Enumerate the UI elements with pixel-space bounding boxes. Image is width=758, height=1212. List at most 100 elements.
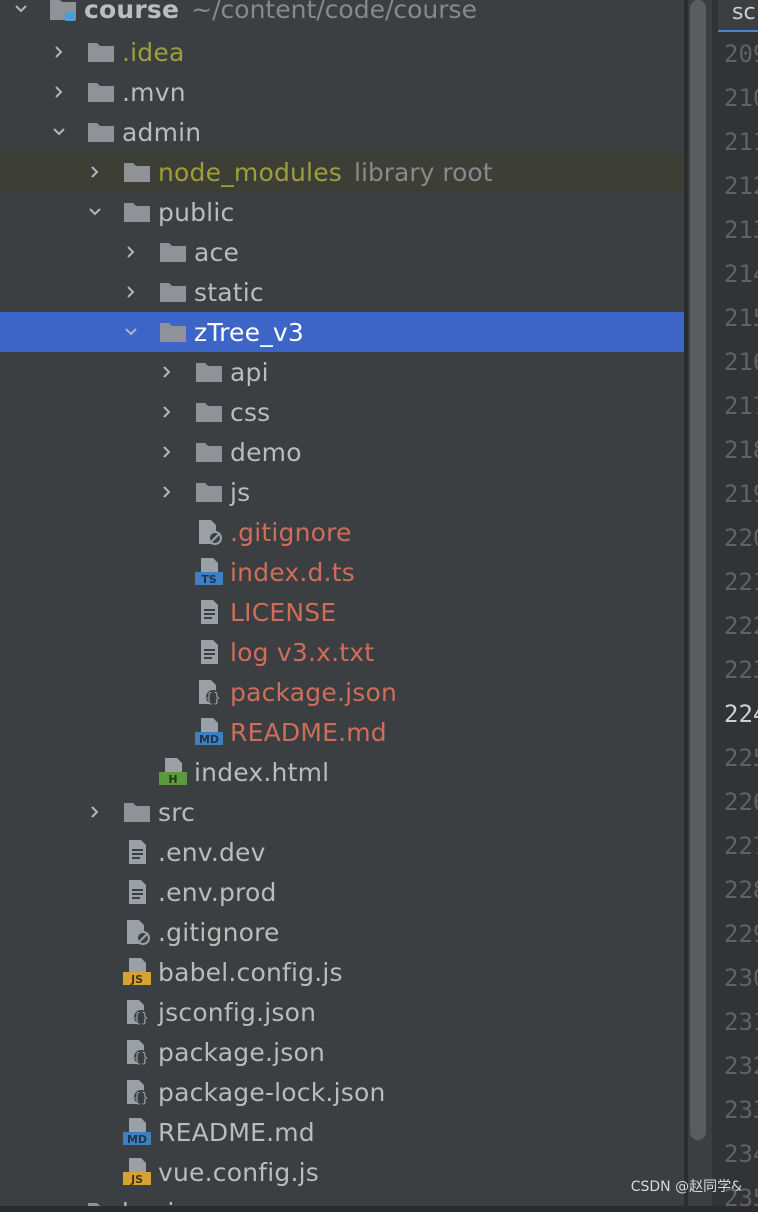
tree-item-label: .mvn <box>122 77 186 107</box>
module-folder-icon <box>48 0 80 23</box>
tree-row-readme-md[interactable]: MD README.md <box>0 1112 684 1152</box>
tree-row-gitignore[interactable]: .gitignore <box>0 912 684 952</box>
svg-text:MD: MD <box>127 1133 147 1146</box>
tree-row-gitignore[interactable]: .gitignore <box>0 512 684 552</box>
tree-scrollbar-thumb[interactable] <box>690 0 706 1140</box>
chevron-right-icon[interactable] <box>158 403 176 421</box>
folder-icon <box>122 198 154 226</box>
line-number: 219 <box>724 480 758 508</box>
folder-icon <box>158 238 190 266</box>
tree-item-label: js <box>230 477 251 507</box>
tree-item-label: .env.dev <box>158 837 266 867</box>
editor-tab[interactable]: sc <box>718 0 758 32</box>
chevron-right-icon[interactable] <box>122 283 140 301</box>
tree-item-label: index.d.ts <box>230 557 355 587</box>
line-number: 222 <box>724 612 758 640</box>
tree-row-demo[interactable]: demo <box>0 432 684 472</box>
tree-row-css[interactable]: css <box>0 392 684 432</box>
tree-row-js[interactable]: js <box>0 472 684 512</box>
tree-row-index-html[interactable]: Hindex.html <box>0 752 684 792</box>
chevron-down-icon[interactable] <box>50 123 68 141</box>
tree-row-idea[interactable]: .idea <box>0 32 684 72</box>
folder-icon <box>194 438 226 466</box>
line-number: 235 <box>724 1184 758 1212</box>
line-number: 231 <box>724 1008 758 1036</box>
text-file-icon <box>194 638 226 666</box>
tree-item-label: admin <box>122 117 202 147</box>
tree-row-readme-md[interactable]: MD README.md <box>0 712 684 752</box>
chevron-right-icon[interactable] <box>86 803 104 821</box>
tree-item-label: LICENSE <box>230 597 337 627</box>
typescript-file-icon: TS <box>194 558 226 586</box>
text-file-icon <box>194 598 226 626</box>
tree-item-label: public <box>158 197 235 227</box>
text-file-icon <box>122 878 154 906</box>
line-number: 227 <box>724 832 758 860</box>
tree-row-mvn[interactable]: .mvn <box>0 72 684 112</box>
tree-item-label: css <box>230 397 271 427</box>
tree-row-package-json[interactable]: {} package.json <box>0 672 684 712</box>
folder-icon <box>86 38 118 66</box>
line-number: 212 <box>724 172 758 200</box>
line-number: 218 <box>724 436 758 464</box>
chevron-right-icon[interactable] <box>50 83 68 101</box>
folder-icon <box>194 358 226 386</box>
project-name: course <box>84 0 180 24</box>
line-number: 225 <box>724 744 758 772</box>
javascript-file-icon: JS <box>122 958 154 986</box>
tree-item-label: demo <box>230 437 302 467</box>
tree-row-api[interactable]: api <box>0 352 684 392</box>
chevron-right-icon[interactable] <box>86 163 104 181</box>
svg-text:MD: MD <box>199 733 219 746</box>
tree-row-package-lock-json[interactable]: {} package-lock.json <box>0 1072 684 1112</box>
line-number: 229 <box>724 920 758 948</box>
gitignore-file-icon <box>194 518 226 546</box>
chevron-down-icon[interactable] <box>86 203 104 221</box>
svg-text:{}: {} <box>133 1051 149 1066</box>
tree-item-label: node_modules <box>158 157 343 187</box>
tree-row-log-v3-x-txt[interactable]: log v3.x.txt <box>0 632 684 672</box>
tree-row-business[interactable]: business <box>0 1192 684 1206</box>
tree-item-label: static <box>194 277 264 307</box>
line-number: 221 <box>724 568 758 596</box>
line-number: 215 <box>724 304 758 332</box>
chevron-right-icon[interactable] <box>158 483 176 501</box>
chevron-right-icon[interactable] <box>122 243 140 261</box>
line-number: 230 <box>724 964 758 992</box>
svg-text:{}: {} <box>133 1011 149 1026</box>
tree-row-public[interactable]: public <box>0 192 684 232</box>
tree-row-babel-config-js[interactable]: JS babel.config.js <box>0 952 684 992</box>
gitignore-file-icon <box>122 918 154 946</box>
tree-row-ace[interactable]: ace <box>0 232 684 272</box>
tree-row-node-modules[interactable]: node_modules library root <box>0 152 684 192</box>
tree-row-env-dev[interactable]: .env.dev <box>0 832 684 872</box>
html-file-icon: H <box>158 758 190 786</box>
chevron-right-icon[interactable] <box>158 363 176 381</box>
chevron-right-icon[interactable] <box>50 43 68 61</box>
folder-icon <box>86 78 118 106</box>
tree-row-src[interactable]: src <box>0 792 684 832</box>
tree-row-package-json[interactable]: {} package.json <box>0 1032 684 1072</box>
tree-row-root[interactable]: course ~/content/code/course <box>0 0 684 24</box>
tree-item-label: zTree_v3 <box>194 317 305 347</box>
line-number: 209 <box>724 40 758 68</box>
folder-icon <box>122 158 154 186</box>
tree-row-index-d-ts[interactable]: TS index.d.ts <box>0 552 684 592</box>
chevron-right-icon[interactable] <box>158 443 176 461</box>
line-number: 211 <box>724 128 758 156</box>
tree-row-license[interactable]: LICENSE <box>0 592 684 632</box>
tree-item-label: business <box>122 1198 233 1207</box>
line-number: 232 <box>724 1052 758 1080</box>
tree-row-static[interactable]: static <box>0 272 684 312</box>
tree-row-env-prod[interactable]: .env.prod <box>0 872 684 912</box>
tree-row-vue-config-js[interactable]: JS vue.config.js <box>0 1152 684 1192</box>
tree-row-ztree-v3[interactable]: zTree_v3 <box>0 312 684 352</box>
tree-row-jsconfig-json[interactable]: {} jsconfig.json <box>0 992 684 1032</box>
chevron-down-icon[interactable] <box>122 323 140 341</box>
line-number: 224 <box>724 700 758 728</box>
markdown-file-icon: MD <box>194 718 226 746</box>
folder-icon <box>122 798 154 826</box>
chevron-down-icon[interactable] <box>12 0 30 18</box>
line-number: 217 <box>724 392 758 420</box>
tree-row-admin[interactable]: admin <box>0 112 684 152</box>
